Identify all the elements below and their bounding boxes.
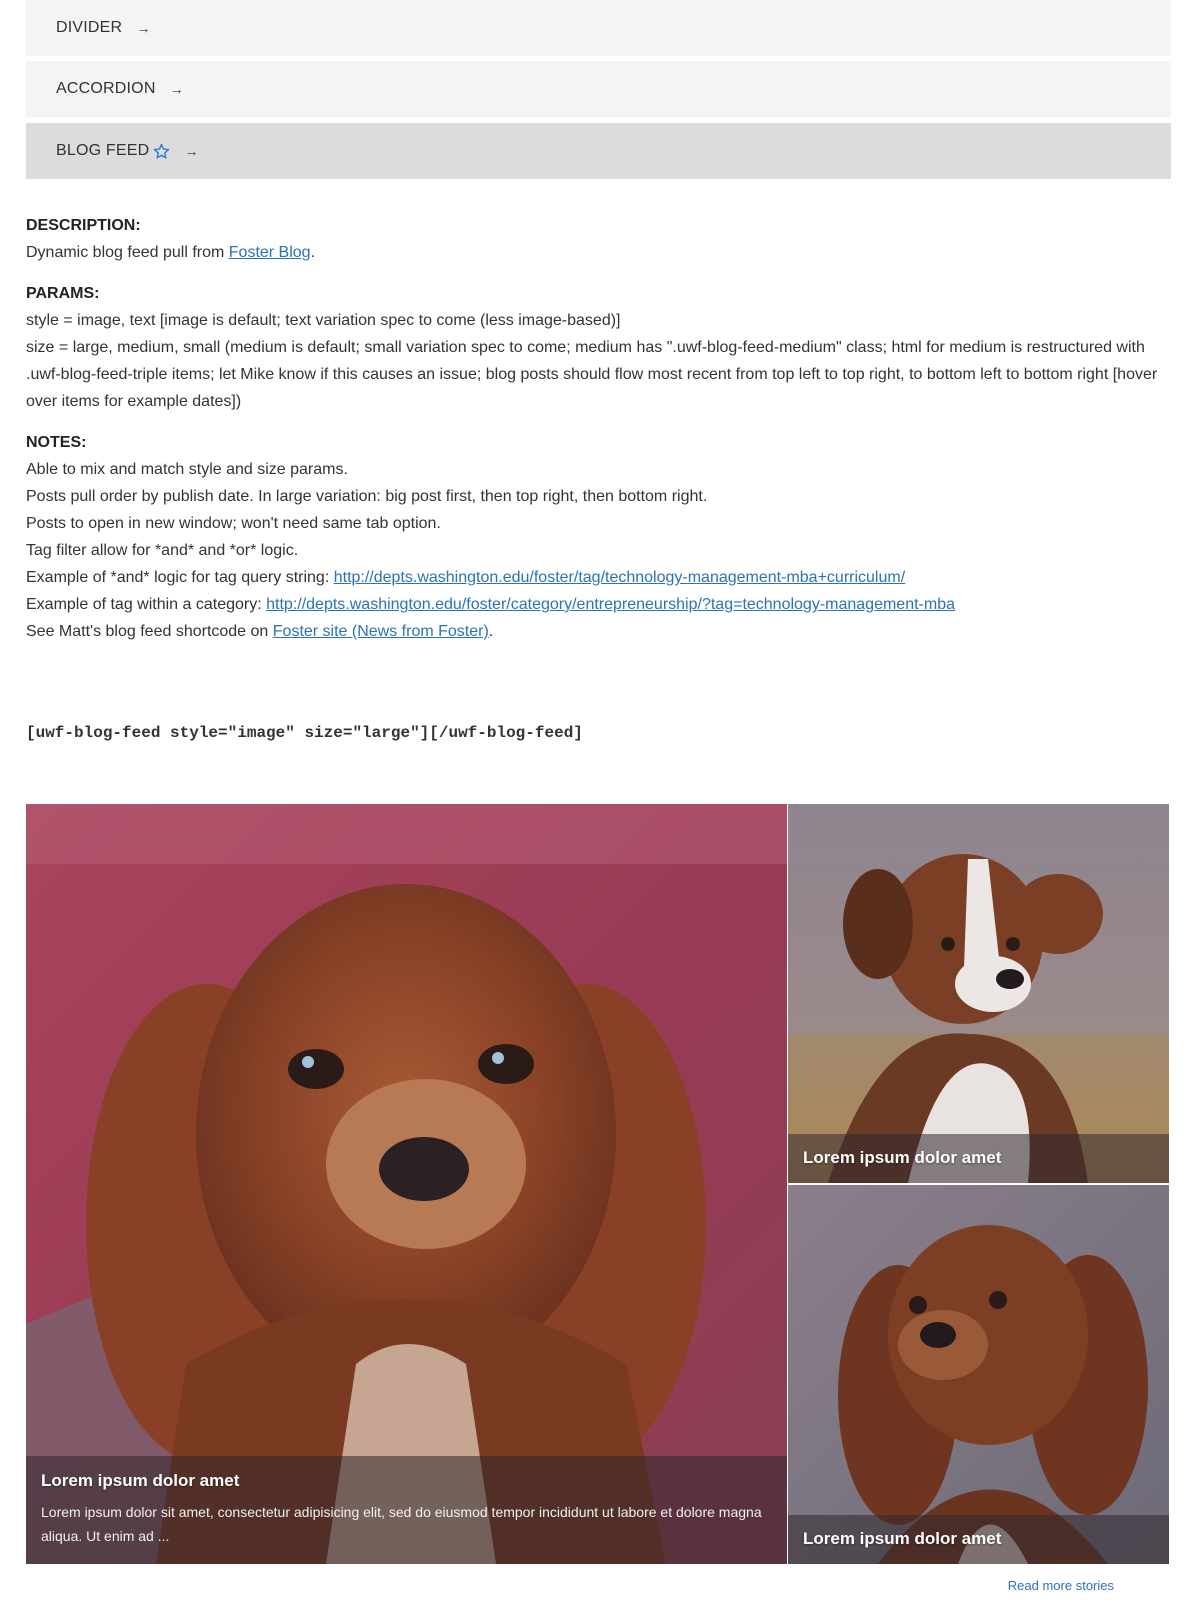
notes-line: Posts pull order by publish date. In lar… — [26, 488, 708, 505]
blog-feed-caption: Lorem ipsum dolor amet Lorem ipsum dolor… — [26, 1456, 787, 1564]
notes-line: Tag filter allow for *and* and *or* logi… — [26, 542, 299, 559]
post-title: Lorem ipsum dolor amet — [803, 1529, 1002, 1548]
post-title: Lorem ipsum dolor amet — [803, 1148, 1002, 1167]
notes-line: Example of *and* logic for tag query str… — [26, 564, 1171, 591]
nav-item-blog-feed[interactable]: BLOG FEED → — [26, 123, 1171, 179]
foster-blog-link[interactable]: Foster Blog — [229, 244, 311, 261]
arrow-right-icon: → — [169, 81, 184, 97]
nav-item-label: BLOG FEED — [56, 142, 150, 159]
nav-item-divider[interactable]: DIVIDER → — [26, 0, 1171, 56]
dog-photo — [788, 1185, 1169, 1564]
dog-photo — [788, 804, 1169, 1183]
dog-photo — [26, 804, 787, 1564]
notes-line: Able to mix and match style and size par… — [26, 461, 348, 478]
blog-feed-item-top-right[interactable]: Lorem ipsum dolor amet — [788, 804, 1169, 1183]
params-size-line: size = large, medium, small (medium is d… — [26, 339, 1158, 410]
notes-line-suffix: . — [488, 623, 494, 640]
post-title: Lorem ipsum dolor amet — [41, 1471, 240, 1490]
page: DIVIDER → ACCORDION → BLOG FEED → DESCRI… — [0, 0, 1194, 1616]
description-section: DESCRIPTION: Dynamic blog feed pull from… — [26, 212, 1171, 266]
arrow-right-icon: → — [136, 20, 151, 36]
description-prefix: Dynamic blog feed pull from — [26, 244, 229, 261]
notes-line: Posts to open in new window; won't need … — [26, 515, 441, 532]
blog-feed-item-large[interactable]: Lorem ipsum dolor amet Lorem ipsum dolor… — [26, 804, 787, 1564]
notes-line-prefix: Example of *and* logic for tag query str… — [26, 569, 334, 586]
description-title: DESCRIPTION: — [26, 217, 141, 234]
blog-feed-caption: Lorem ipsum dolor amet — [788, 1515, 1169, 1564]
notes-line-prefix: Example of tag within a category: — [26, 596, 267, 613]
foster-site-link[interactable]: Foster site (News from Foster) — [273, 623, 489, 640]
params-title: PARAMS: — [26, 285, 100, 302]
arrow-right-icon: → — [184, 143, 199, 159]
post-excerpt: Lorem ipsum dolor sit amet, consectetur … — [41, 1504, 762, 1544]
params-section: PARAMS: style = image, text [image is de… — [26, 280, 1171, 415]
tag-query-link[interactable]: http://depts.washington.edu/foster/tag/t… — [334, 569, 905, 586]
blog-feed-item-bottom-right[interactable]: Lorem ipsum dolor amet — [788, 1185, 1169, 1564]
notes-title: NOTES: — [26, 434, 87, 451]
notes-line: See Matt's blog feed shortcode on Foster… — [26, 618, 1171, 645]
category-tag-link[interactable]: http://depts.washington.edu/foster/categ… — [266, 596, 955, 613]
blog-feed: Lorem ipsum dolor amet Lorem ipsum dolor… — [26, 804, 1169, 1564]
params-style-line: style = image, text [image is default; t… — [26, 312, 621, 329]
read-more-stories-link[interactable]: Read more stories — [1008, 1578, 1114, 1593]
nav-item-label: ACCORDION — [56, 80, 156, 97]
description-suffix: . — [310, 244, 316, 261]
nav-item-accordion[interactable]: ACCORDION → — [26, 61, 1171, 117]
shortcode-example: [uwf-blog-feed style="image" size="large… — [26, 724, 583, 742]
notes-line: Example of tag within a category: http:/… — [26, 591, 1171, 618]
notes-section: NOTES: Able to mix and match style and s… — [26, 429, 1171, 645]
description-text: Dynamic blog feed pull from Foster Blog. — [26, 239, 1171, 266]
star-outline-icon — [153, 143, 170, 160]
notes-line-prefix: See Matt's blog feed shortcode on — [26, 623, 273, 640]
blog-feed-caption: Lorem ipsum dolor amet — [788, 1134, 1169, 1183]
nav-item-label: DIVIDER — [56, 19, 123, 36]
content: DESCRIPTION: Dynamic blog feed pull from… — [26, 212, 1171, 659]
